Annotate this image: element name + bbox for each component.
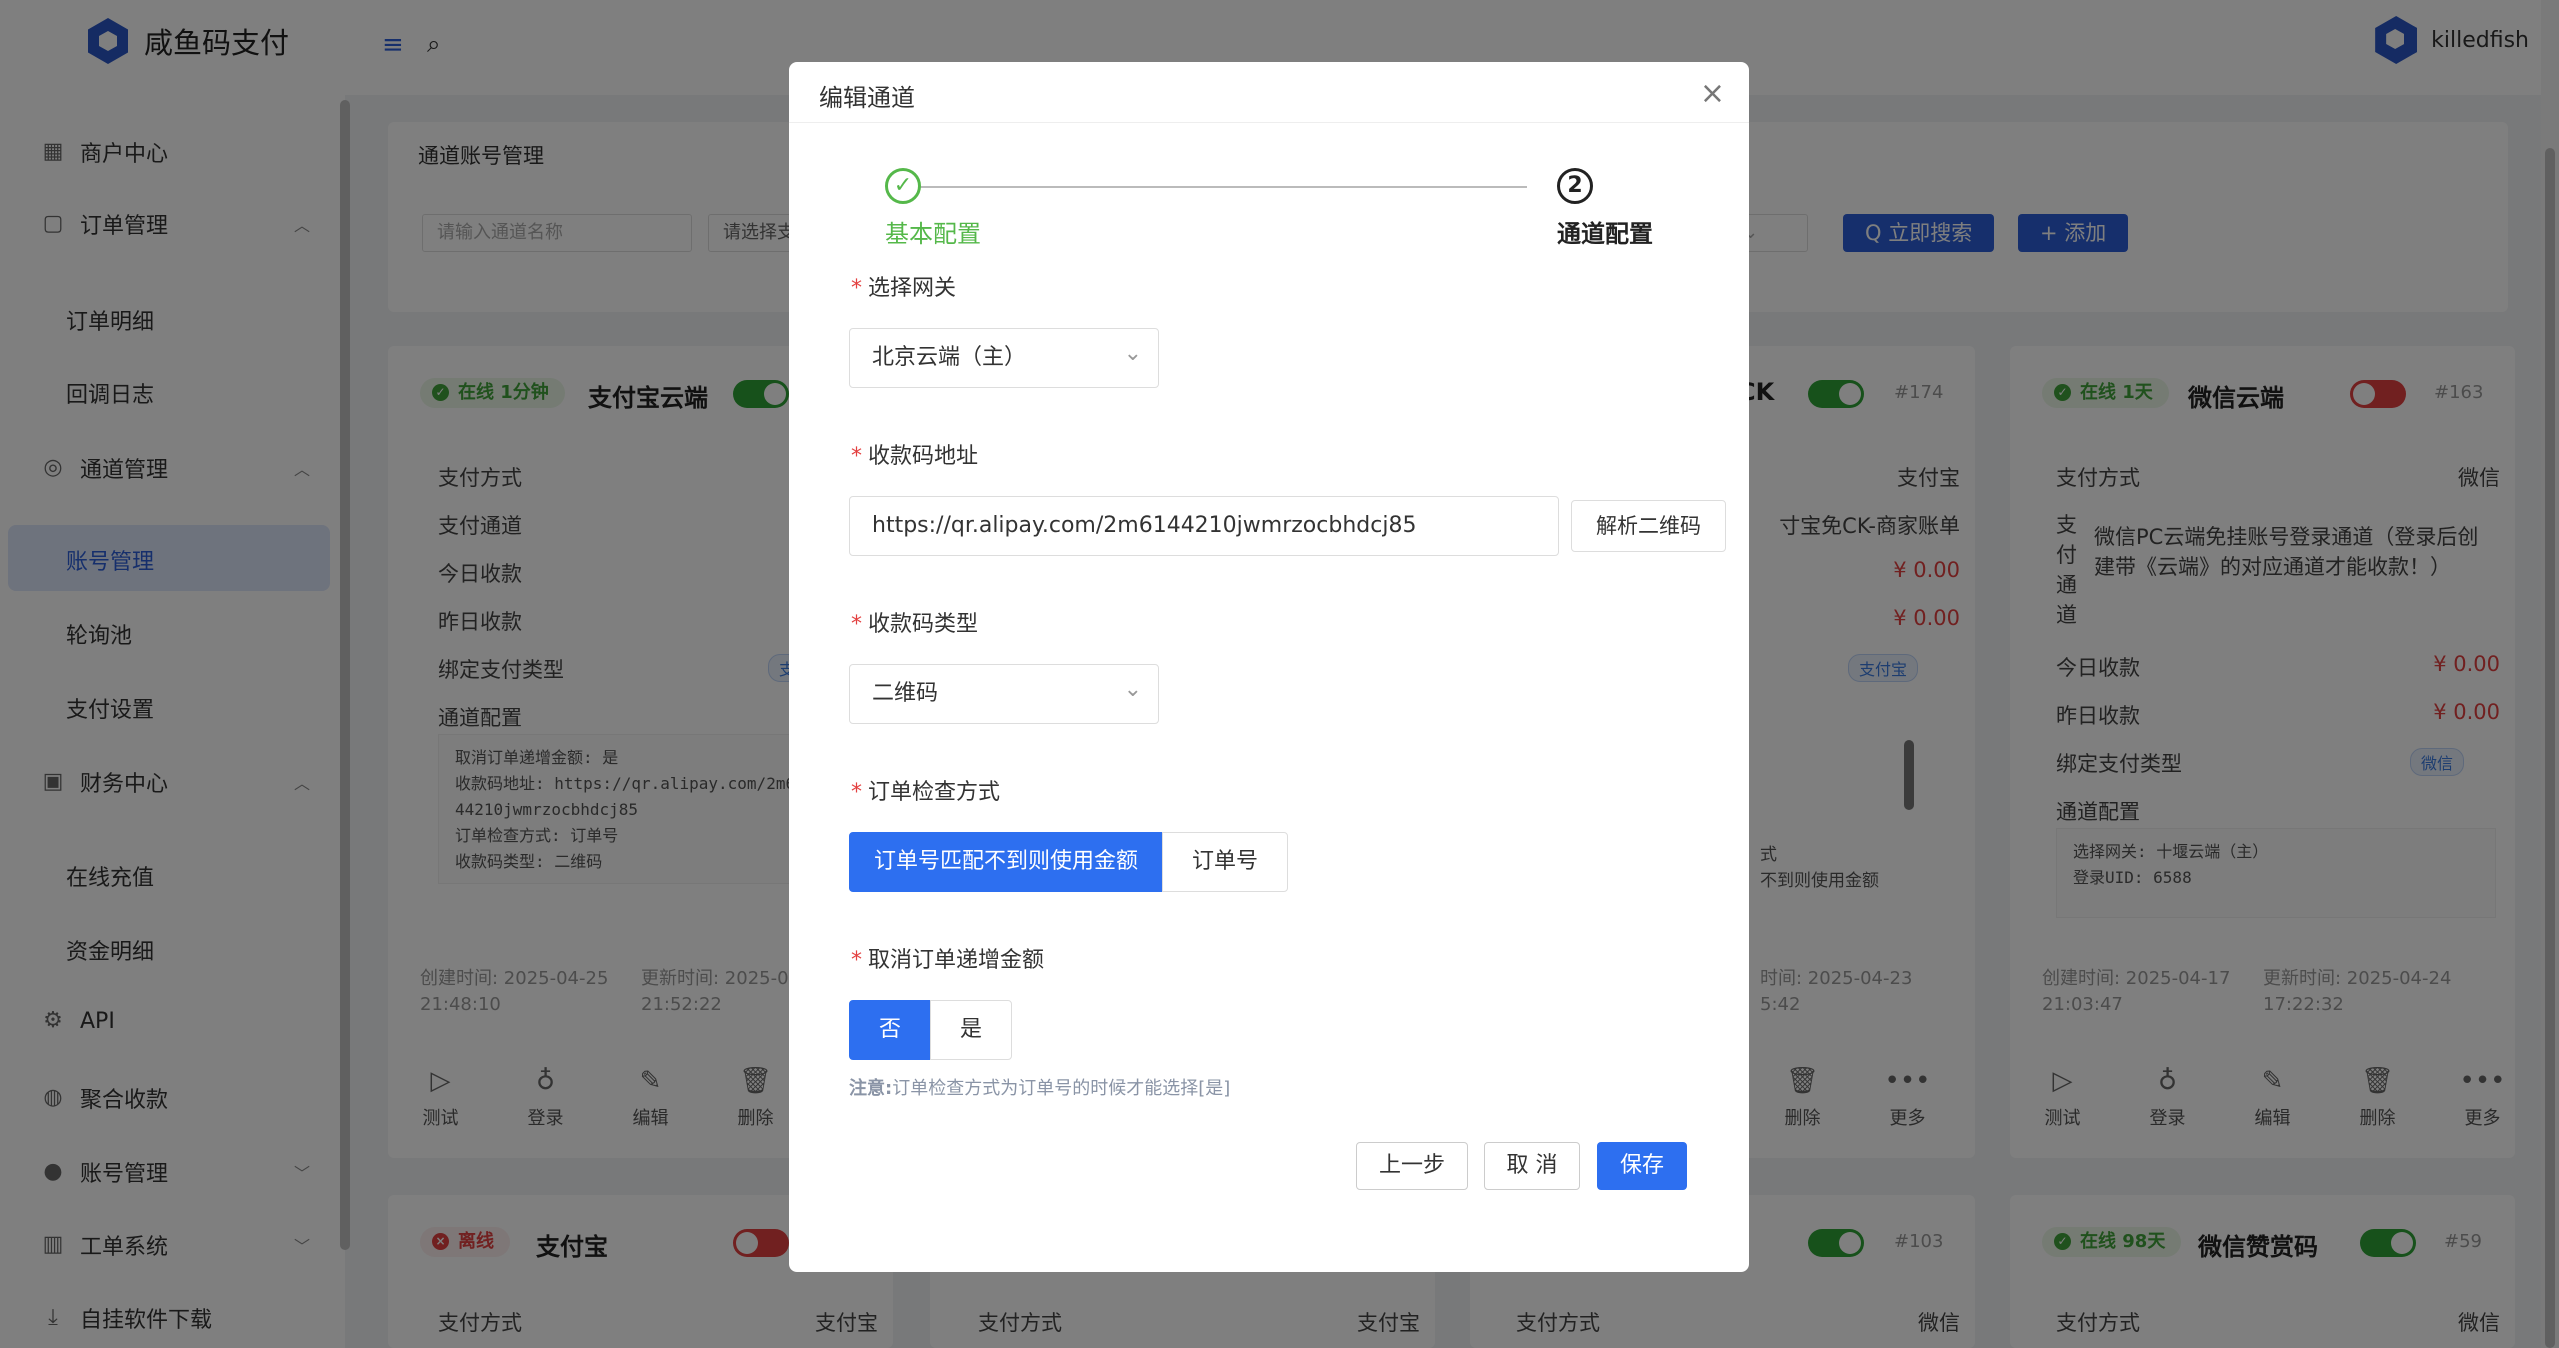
check-option-order-number[interactable]: 订单号 [1162,832,1288,892]
qr-url-input[interactable]: https://qr.alipay.com/2m6144210jwmrzocbh… [849,496,1559,556]
step-1-label: 基本配置 [885,220,981,248]
cancel-increment-label: * 取消订单递增金额 [851,948,1045,973]
gateway-label: * 选择网关 [851,276,957,301]
step-1-check-icon: ✓ [885,168,921,204]
dialog-title: 编辑通道 [819,84,915,112]
step-2-number: 2 [1557,168,1593,204]
check-option-order-or-amount[interactable]: 订单号匹配不到则使用金额 [849,832,1163,892]
cancel-increment-no[interactable]: 否 [849,1000,931,1060]
steps-connector [897,186,1527,188]
cancel-button[interactable]: 取 消 [1484,1142,1580,1190]
qr-url-label: * 收款码地址 [851,444,979,469]
gateway-select[interactable]: 北京云端（主） [849,325,1159,388]
cancel-increment-yes[interactable]: 是 [930,1000,1012,1060]
qr-type-label: * 收款码类型 [851,612,979,637]
order-check-label: * 订单检查方式 [851,780,1001,805]
divider [789,122,1749,123]
save-button[interactable]: 保存 [1597,1142,1687,1190]
qr-type-select[interactable]: 二维码 [849,661,1159,724]
close-icon[interactable]: × [1700,76,1725,111]
hint-note: 注意:订单检查方式为订单号的时候才能选择[是] [849,1078,1231,1099]
parse-qr-button[interactable]: 解析二维码 [1571,500,1726,552]
edit-channel-dialog: 编辑通道 × ✓ 基本配置 2 通道配置 *选择网关 北京云端（主） *收款码地… [789,62,1749,1272]
prev-step-button[interactable]: 上一步 [1356,1142,1468,1190]
step-2-label: 通道配置 [1557,220,1653,248]
